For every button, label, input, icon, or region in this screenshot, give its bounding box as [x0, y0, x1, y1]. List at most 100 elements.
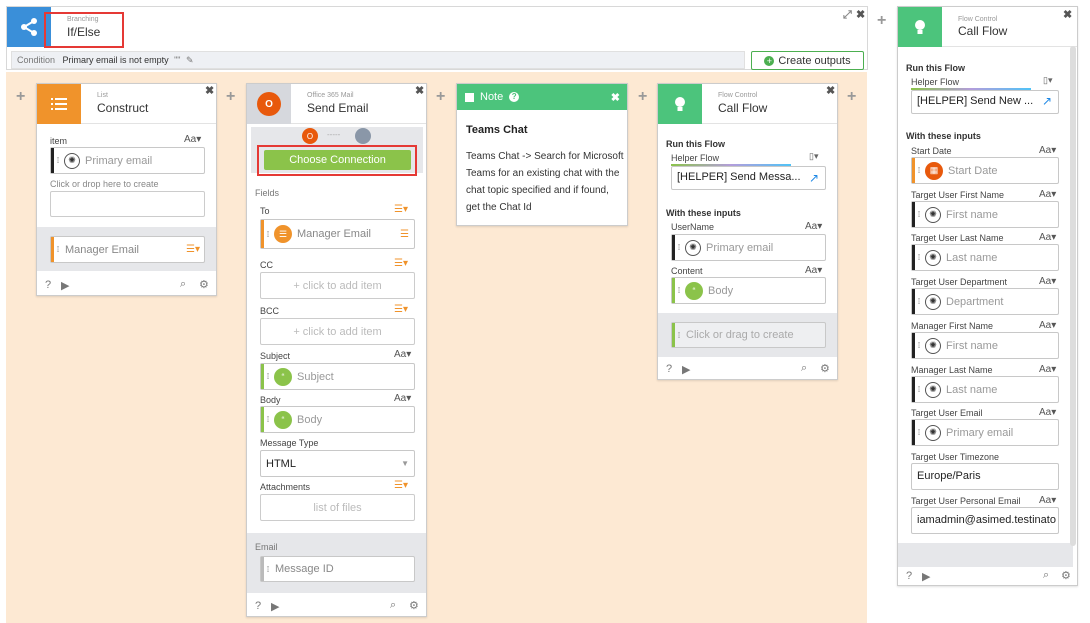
list-type-icon[interactable]: ☰▾ [186, 244, 200, 255]
timezone-field[interactable]: Europe/Paris [911, 463, 1059, 490]
input-field[interactable]: ⁞⁞ ✺ Last name [911, 376, 1059, 403]
type-dropdown[interactable]: Aa▾ [805, 265, 822, 276]
add-step-icon[interactable]: + [16, 88, 25, 106]
help-icon[interactable]: ? [666, 363, 672, 375]
step-title[interactable]: Send Email [307, 101, 368, 115]
input-field[interactable]: ⁞⁞ ▦ Start Date [911, 157, 1059, 184]
drop-zone[interactable] [50, 191, 205, 217]
if-else-step[interactable]: Branching If/Else ⤢ ✖ Condition Primary … [6, 6, 868, 70]
add-step-icon[interactable]: + [847, 88, 856, 106]
type-dropdown[interactable]: Aa▾ [184, 134, 201, 145]
close-icon[interactable]: ✖ [415, 84, 424, 97]
input-field[interactable]: ⁞⁞ ✺ First name [911, 332, 1059, 359]
drag-handle-icon[interactable]: ⁞⁞ [51, 237, 61, 262]
input-field[interactable]: ⁞⁞ ✺ Primary email [911, 419, 1059, 446]
helper-flow-select[interactable]: [HELPER] Send Messa... [671, 166, 826, 190]
type-dropdown[interactable]: Aa▾ [1039, 276, 1056, 287]
drag-handle-icon[interactable]: ⁞⁞ [912, 202, 922, 227]
list-type-icon[interactable]: ☰▾ [394, 204, 408, 215]
step-title[interactable]: Construct [97, 101, 148, 115]
step-title[interactable]: Call Flow [718, 101, 767, 115]
add-step-icon[interactable]: + [436, 88, 445, 106]
drag-handle-icon[interactable]: ⁞⁞ [672, 323, 682, 347]
external-link-icon[interactable]: ↗ [1042, 94, 1052, 108]
settings-icon[interactable]: ⚙ [409, 599, 419, 612]
input-field[interactable]: ⁞⁞ ✺ Department [911, 288, 1059, 315]
settings-icon[interactable]: ⚙ [199, 278, 209, 291]
play-icon[interactable]: ▶ [682, 363, 690, 376]
drag-handle-icon[interactable]: ⁞⁞ [912, 420, 922, 445]
help-icon[interactable]: ? [255, 600, 261, 612]
input-field[interactable]: ⁞⁞ ✺ Last name [911, 244, 1059, 271]
close-icon[interactable]: ✖ [826, 84, 835, 97]
drag-handle-icon[interactable]: ⁞⁞ [51, 148, 61, 173]
type-dropdown[interactable]: Aa▾ [1039, 364, 1056, 375]
search-icon[interactable]: ⌕ [801, 362, 807, 375]
expand-icon[interactable]: ⤢ [843, 9, 852, 22]
settings-icon[interactable]: ⚙ [820, 362, 830, 375]
list-type-icon[interactable]: ☰▾ [394, 480, 408, 491]
choose-connection-button[interactable]: Choose Connection [264, 150, 411, 170]
body-field[interactable]: ⁞⁞ “ Body [260, 406, 415, 433]
close-icon[interactable]: ✖ [856, 8, 865, 21]
type-dropdown[interactable]: Aa▾ [1039, 495, 1056, 506]
drag-handle-icon[interactable]: ⁞⁞ [261, 364, 271, 389]
note-step[interactable]: Note ? ✖ Teams Chat Teams Chat -> Search… [456, 83, 628, 226]
drag-handle-icon[interactable]: ⁞⁞ [261, 557, 271, 581]
condition-row[interactable]: Condition Primary email is not empty "" … [11, 51, 745, 69]
play-icon[interactable]: ▶ [271, 600, 279, 613]
add-step-icon[interactable]: + [877, 12, 886, 30]
pencil-icon[interactable]: ✎ [186, 55, 194, 65]
panel-scrollbar[interactable] [1070, 46, 1076, 546]
drag-handle-icon[interactable]: ⁞⁞ [261, 220, 271, 248]
search-icon[interactable]: ⌕ [180, 278, 186, 291]
content-field[interactable]: ⁞⁞ “ Body [671, 277, 826, 304]
type-dropdown[interactable]: Aa▾ [1039, 320, 1056, 331]
settings-icon[interactable]: ⚙ [1061, 569, 1071, 582]
item-field[interactable]: ⁞⁞ ✺ Primary email [50, 147, 205, 174]
list-type-icon[interactable]: ☰▾ [394, 258, 408, 269]
type-dropdown[interactable]: Aa▾ [805, 221, 822, 232]
drag-handle-icon[interactable]: ⁞⁞ [912, 158, 922, 183]
personal-email-field[interactable]: iamadmin@asimed.testinato [911, 507, 1059, 534]
type-dropdown[interactable]: Aa▾ [1039, 407, 1056, 418]
clipboard-icon[interactable]: ▯▾ [1043, 75, 1052, 86]
close-icon[interactable]: ✖ [205, 84, 214, 97]
play-icon[interactable]: ▶ [61, 279, 69, 292]
list-type-icon[interactable]: ☰ [400, 229, 409, 240]
list-type-icon[interactable]: ☰▾ [394, 304, 408, 315]
message-type-select[interactable]: HTML ▼ [260, 450, 415, 477]
search-icon[interactable]: ⌕ [1043, 569, 1049, 582]
to-field[interactable]: ⁞⁞ ☰ Manager Email ☰ [260, 219, 415, 249]
input-field[interactable]: ⁞⁞ ✺ First name [911, 201, 1059, 228]
help-icon[interactable]: ? [45, 279, 51, 291]
bcc-add-item[interactable]: + click to add item [260, 318, 415, 345]
help-icon[interactable]: ? [509, 92, 520, 102]
help-icon[interactable]: ? [906, 570, 912, 582]
search-icon[interactable]: ⌕ [390, 599, 396, 612]
close-icon[interactable]: ✖ [1063, 8, 1072, 21]
type-dropdown[interactable]: Aa▾ [1039, 232, 1056, 243]
subject-field[interactable]: ⁞⁞ “ Subject [260, 363, 415, 390]
drag-handle-icon[interactable]: ⁞⁞ [912, 289, 922, 314]
drag-handle-icon[interactable]: ⁞⁞ [912, 333, 922, 358]
construct-step[interactable]: List Construct ✖ item Aa▾ ⁞⁞ ✺ Primary e… [36, 83, 217, 296]
message-id-field[interactable]: ⁞⁞ Message ID [260, 556, 415, 582]
call-flow-step[interactable]: Flow Control Call Flow ✖ Run this Flow H… [657, 83, 838, 380]
call-flow-panel[interactable]: Flow Control Call Flow ✖ Run this Flow H… [897, 6, 1078, 586]
external-link-icon[interactable]: ↗ [809, 171, 819, 185]
helper-flow-select[interactable]: [HELPER] Send New ... [911, 90, 1059, 114]
attachments-field[interactable]: list of files [260, 494, 415, 521]
add-step-icon[interactable]: + [638, 88, 647, 106]
create-outputs-button[interactable]: + Create outputs [751, 51, 864, 70]
drag-handle-icon[interactable]: ⁞⁞ [672, 278, 682, 303]
drag-handle-icon[interactable]: ⁞⁞ [672, 235, 682, 260]
drag-handle-icon[interactable]: ⁞⁞ [912, 377, 922, 402]
step-title[interactable]: Call Flow [958, 24, 1007, 38]
cc-add-item[interactable]: + click to add item [260, 272, 415, 299]
drag-handle-icon[interactable]: ⁞⁞ [912, 245, 922, 270]
manager-email-field[interactable]: ⁞⁞ Manager Email ☰▾ [50, 236, 205, 263]
add-step-icon[interactable]: + [226, 88, 235, 106]
play-icon[interactable]: ▶ [922, 570, 930, 583]
clipboard-icon[interactable]: ▯▾ [809, 151, 818, 162]
